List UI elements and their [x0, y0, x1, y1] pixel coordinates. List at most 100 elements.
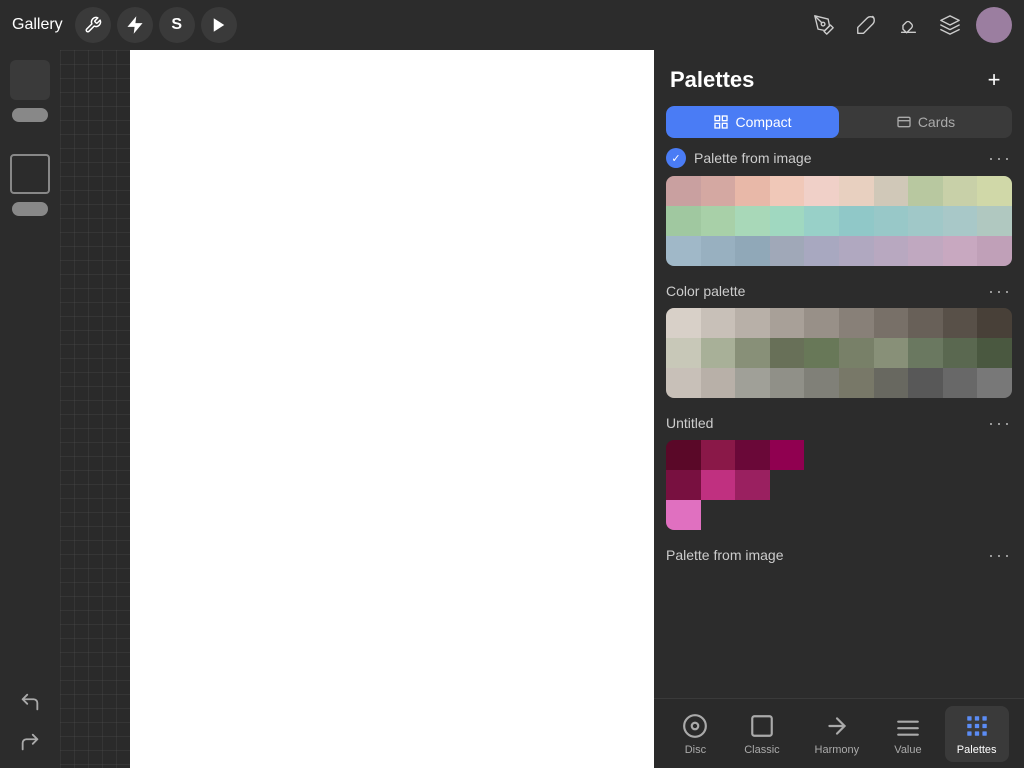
swatch[interactable]	[701, 368, 736, 398]
swatch[interactable]	[701, 440, 736, 470]
swatch[interactable]	[770, 368, 805, 398]
swatch[interactable]	[977, 206, 1012, 236]
swatch[interactable]	[908, 176, 943, 206]
lightning-icon[interactable]	[117, 7, 153, 43]
undo-button[interactable]	[14, 686, 46, 718]
swatch[interactable]	[977, 368, 1012, 398]
swatch[interactable]	[804, 236, 839, 266]
palette-scroll[interactable]: ✓ Palette from image ···	[654, 148, 1024, 698]
layers-icon[interactable]	[934, 9, 966, 41]
swatch[interactable]	[666, 500, 701, 530]
tab-harmony[interactable]: Harmony	[803, 706, 872, 762]
sidebar-square[interactable]	[10, 154, 50, 194]
swatch[interactable]	[666, 440, 701, 470]
swatch[interactable]	[735, 440, 770, 470]
swatch[interactable]	[977, 308, 1012, 338]
swatch[interactable]	[977, 176, 1012, 206]
swatch[interactable]	[666, 470, 701, 500]
avatar[interactable]	[976, 7, 1012, 43]
swatch[interactable]	[839, 236, 874, 266]
swatch[interactable]	[804, 206, 839, 236]
swatch[interactable]	[874, 176, 909, 206]
swatch[interactable]	[977, 236, 1012, 266]
swatch[interactable]	[839, 206, 874, 236]
tab-value[interactable]: Value	[882, 706, 934, 762]
palette-item-2-more[interactable]: ···	[988, 414, 1012, 432]
swatch[interactable]	[701, 236, 736, 266]
swatch[interactable]	[804, 338, 839, 368]
swatch[interactable]	[666, 338, 701, 368]
eraser-icon[interactable]	[892, 9, 924, 41]
swatch[interactable]	[735, 176, 770, 206]
swatch[interactable]	[804, 368, 839, 398]
s-tool-icon[interactable]: S	[159, 7, 195, 43]
tab-disc[interactable]: Disc	[669, 706, 721, 762]
swatch[interactable]	[943, 308, 978, 338]
palette-item-0-more[interactable]: ···	[988, 149, 1012, 167]
swatch[interactable]	[839, 176, 874, 206]
swatch[interactable]	[804, 176, 839, 206]
swatch[interactable]	[666, 308, 701, 338]
swatch[interactable]	[908, 236, 943, 266]
palette-item-3-more[interactable]: ···	[988, 546, 1012, 564]
swatch[interactable]	[839, 338, 874, 368]
swatch[interactable]	[666, 236, 701, 266]
swatch[interactable]	[943, 176, 978, 206]
palette-item-0-grid[interactable]	[666, 176, 1012, 266]
tab-palettes[interactable]: Palettes	[945, 706, 1009, 762]
swatch[interactable]	[770, 338, 805, 368]
swatch[interactable]	[874, 368, 909, 398]
swatch[interactable]	[770, 308, 805, 338]
swatch[interactable]	[874, 206, 909, 236]
swatch[interactable]	[943, 338, 978, 368]
tab-compact[interactable]: Compact	[666, 106, 839, 138]
add-palette-button[interactable]: +	[980, 66, 1008, 94]
swatch[interactable]	[770, 176, 805, 206]
swatch[interactable]	[839, 308, 874, 338]
swatch[interactable]	[701, 206, 736, 236]
pen-tool-icon[interactable]	[808, 9, 840, 41]
swatch[interactable]	[908, 338, 943, 368]
swatch[interactable]	[908, 308, 943, 338]
swatch[interactable]	[735, 236, 770, 266]
swatch[interactable]	[735, 338, 770, 368]
redo-button[interactable]	[14, 726, 46, 758]
swatch[interactable]	[943, 368, 978, 398]
swatch[interactable]	[770, 206, 805, 236]
swatch[interactable]	[735, 470, 770, 500]
wrench-icon[interactable]	[75, 7, 111, 43]
swatch[interactable]	[735, 368, 770, 398]
swatch[interactable]	[701, 308, 736, 338]
swatch[interactable]	[839, 368, 874, 398]
palette-item-1-grid[interactable]	[666, 308, 1012, 398]
swatch[interactable]	[735, 206, 770, 236]
swatch[interactable]	[770, 236, 805, 266]
swatch[interactable]	[804, 308, 839, 338]
swatch[interactable]	[908, 206, 943, 236]
swatch[interactable]	[701, 470, 736, 500]
swatch[interactable]	[666, 206, 701, 236]
sidebar-slider-2[interactable]	[12, 202, 48, 216]
swatch[interactable]	[701, 338, 736, 368]
sidebar-tool-1[interactable]	[10, 60, 50, 100]
swatch[interactable]	[666, 368, 701, 398]
swatch[interactable]	[943, 236, 978, 266]
swatch[interactable]	[874, 308, 909, 338]
tab-cards[interactable]: Cards	[839, 106, 1012, 138]
sidebar-slider-1[interactable]	[12, 108, 48, 122]
brush-icon[interactable]	[850, 9, 882, 41]
palette-item-2-grid[interactable]	[666, 440, 1012, 530]
swatch[interactable]	[701, 176, 736, 206]
swatch[interactable]	[977, 338, 1012, 368]
swatch[interactable]	[874, 236, 909, 266]
swatch[interactable]	[735, 308, 770, 338]
swatch[interactable]	[908, 368, 943, 398]
palette-item-1-more[interactable]: ···	[988, 282, 1012, 300]
swatch[interactable]	[666, 176, 701, 206]
arrow-tool-icon[interactable]	[201, 7, 237, 43]
gallery-button[interactable]: Gallery	[12, 16, 63, 34]
tab-classic[interactable]: Classic	[732, 706, 791, 762]
swatch[interactable]	[770, 440, 805, 470]
swatch[interactable]	[874, 338, 909, 368]
swatch[interactable]	[943, 206, 978, 236]
